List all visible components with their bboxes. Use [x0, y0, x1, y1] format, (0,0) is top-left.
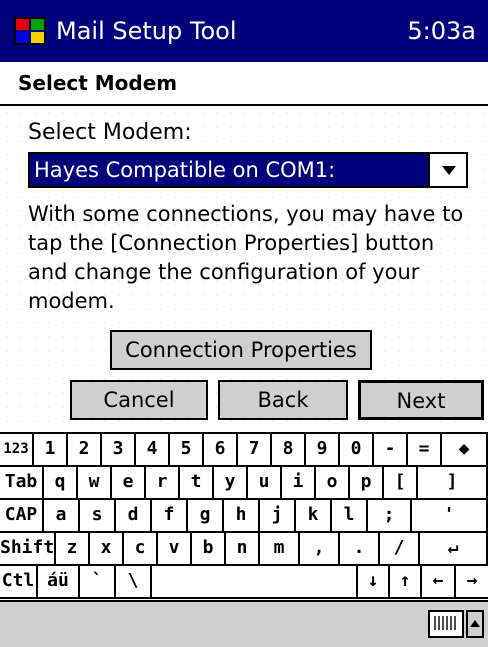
- command-bar: [0, 600, 488, 647]
- key[interactable]: q: [44, 467, 78, 500]
- windows-flag-icon[interactable]: [14, 15, 46, 47]
- key[interactable]: t: [180, 467, 214, 500]
- dropdown-arrow-icon[interactable]: [428, 154, 466, 186]
- key[interactable]: n: [226, 533, 260, 566]
- key[interactable]: d: [116, 500, 152, 533]
- key[interactable]: z: [56, 533, 90, 566]
- key[interactable]: i: [282, 467, 316, 500]
- key[interactable]: 123: [0, 434, 34, 467]
- key[interactable]: w: [78, 467, 112, 500]
- arrow-down-key[interactable]: ↓: [358, 566, 390, 599]
- key[interactable]: /: [380, 533, 420, 566]
- soft-keyboard: 123 1 2 3 4 5 6 7 8 9 0 - = ◆ Tab q w e …: [0, 432, 488, 602]
- clock[interactable]: 5:03a: [407, 0, 476, 62]
- arrow-up-key[interactable]: ↑: [390, 566, 422, 599]
- key[interactable]: e: [112, 467, 146, 500]
- ctrl-key[interactable]: Ctl: [0, 566, 38, 599]
- key[interactable]: l: [332, 500, 368, 533]
- key[interactable]: 8: [272, 434, 306, 467]
- key[interactable]: c: [124, 533, 158, 566]
- key[interactable]: 4: [136, 434, 170, 467]
- key[interactable]: =: [408, 434, 442, 467]
- accent-key[interactable]: áü: [38, 566, 80, 599]
- key[interactable]: `: [80, 566, 116, 599]
- next-button[interactable]: Next: [358, 380, 484, 420]
- arrow-right-key[interactable]: →: [456, 566, 488, 599]
- key[interactable]: a: [44, 500, 80, 533]
- space-key[interactable]: [152, 566, 358, 599]
- key[interactable]: g: [188, 500, 224, 533]
- tab-key[interactable]: Tab: [0, 467, 44, 500]
- key[interactable]: -: [374, 434, 408, 467]
- key[interactable]: ': [412, 500, 488, 533]
- modem-select[interactable]: Hayes Compatible on COM1:: [28, 152, 468, 188]
- key[interactable]: 2: [68, 434, 102, 467]
- key[interactable]: 3: [102, 434, 136, 467]
- key[interactable]: y: [214, 467, 248, 500]
- key[interactable]: j: [260, 500, 296, 533]
- connection-properties-button[interactable]: Connection Properties: [110, 330, 372, 370]
- key[interactable]: ,: [300, 533, 340, 566]
- key[interactable]: 9: [306, 434, 340, 467]
- arrow-left-key[interactable]: ←: [422, 566, 456, 599]
- key[interactable]: h: [224, 500, 260, 533]
- key[interactable]: u: [248, 467, 282, 500]
- key[interactable]: 7: [238, 434, 272, 467]
- key[interactable]: m: [260, 533, 300, 566]
- key[interactable]: [: [384, 467, 418, 500]
- key[interactable]: b: [192, 533, 226, 566]
- info-text: With some connections, you may have to t…: [28, 202, 464, 313]
- page-title: Select Modem: [18, 71, 178, 95]
- input-menu-arrow-icon[interactable]: [466, 610, 484, 638]
- cancel-button[interactable]: Cancel: [70, 380, 208, 420]
- modem-select-value[interactable]: Hayes Compatible on COM1:: [30, 154, 428, 186]
- key[interactable]: p: [350, 467, 384, 500]
- key[interactable]: .: [340, 533, 380, 566]
- key[interactable]: f: [152, 500, 188, 533]
- app-title: Mail Setup Tool: [56, 17, 237, 45]
- key[interactable]: o: [316, 467, 350, 500]
- key[interactable]: \: [116, 566, 152, 599]
- title-bar: Mail Setup Tool 5:03a: [0, 0, 488, 62]
- caps-key[interactable]: CAP: [0, 500, 44, 533]
- key[interactable]: r: [146, 467, 180, 500]
- key[interactable]: 0: [340, 434, 374, 467]
- key[interactable]: ;: [368, 500, 412, 533]
- modem-label: Select Modem:: [28, 120, 192, 145]
- keyboard-icon[interactable]: [428, 610, 464, 638]
- shift-key[interactable]: Shift: [0, 533, 56, 566]
- back-button[interactable]: Back: [218, 380, 348, 420]
- key[interactable]: 1: [34, 434, 68, 467]
- key[interactable]: s: [80, 500, 116, 533]
- key[interactable]: ]: [418, 467, 488, 500]
- key[interactable]: k: [296, 500, 332, 533]
- key[interactable]: v: [158, 533, 192, 566]
- key[interactable]: 6: [204, 434, 238, 467]
- key[interactable]: 5: [170, 434, 204, 467]
- enter-key[interactable]: ↵: [420, 533, 488, 566]
- key[interactable]: x: [90, 533, 124, 566]
- page-header: Select Modem: [0, 62, 488, 106]
- backspace-key[interactable]: ◆: [442, 434, 488, 467]
